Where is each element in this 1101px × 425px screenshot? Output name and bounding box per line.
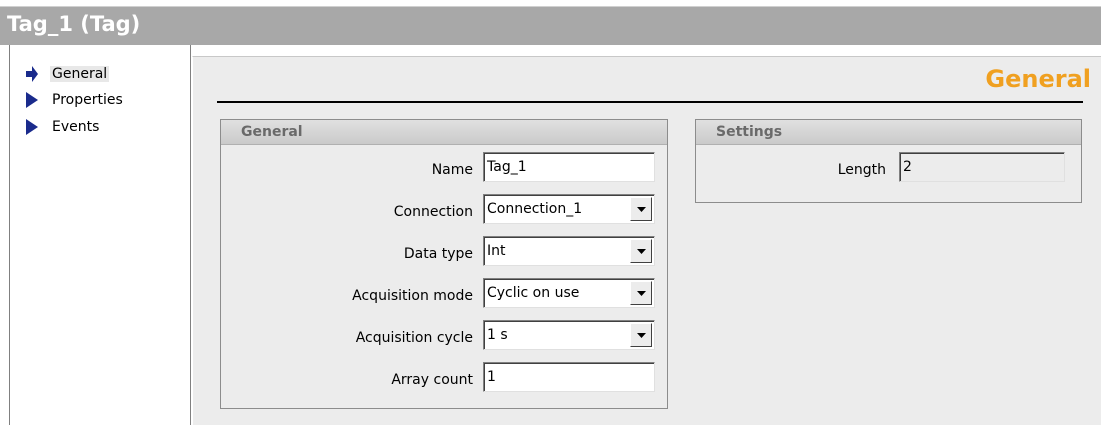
- title-divider: [217, 101, 1083, 103]
- data-type-dropdown[interactable]: Int: [483, 236, 655, 266]
- triangle-right-icon: [26, 119, 38, 135]
- chevron-down-icon: [636, 206, 646, 212]
- acquisition-mode-value: Cyclic on use: [487, 285, 580, 301]
- group-header: Settings: [696, 120, 1081, 145]
- group-header: General: [221, 120, 667, 145]
- name-label: Name: [431, 162, 473, 178]
- acquisition-mode-label: Acquisition mode: [352, 288, 473, 304]
- window-title: Tag_1 (Tag): [7, 12, 141, 36]
- title-bar: Tag_1 (Tag): [0, 6, 1101, 45]
- nav-item-label: Properties: [52, 92, 123, 108]
- chevron-down-icon: [636, 332, 646, 338]
- acquisition-cycle-value: 1 s: [487, 327, 508, 343]
- general-group: General Name Tag_1 Connection Connection…: [220, 119, 668, 409]
- dropdown-button[interactable]: [630, 323, 652, 347]
- data-type-value: Int: [487, 243, 506, 259]
- length-label: Length: [837, 162, 886, 178]
- triangle-right-icon: [26, 92, 38, 108]
- nav-panel: General Properties Events: [10, 45, 190, 425]
- name-field[interactable]: Tag_1: [483, 152, 655, 182]
- nav-item-properties[interactable]: Properties: [26, 89, 123, 111]
- data-type-label: Data type: [403, 246, 473, 262]
- nav-item-label: General: [50, 66, 110, 82]
- chevron-down-icon: [636, 248, 646, 254]
- connection-dropdown[interactable]: Connection_1: [483, 194, 655, 224]
- arrow-right-icon: [26, 66, 38, 82]
- nav-item-events[interactable]: Events: [26, 116, 99, 138]
- length-field[interactable]: 2: [899, 152, 1065, 182]
- nav-item-general[interactable]: General: [26, 63, 110, 85]
- connection-value: Connection_1: [487, 201, 583, 217]
- connection-label: Connection: [393, 204, 473, 220]
- acquisition-cycle-label: Acquisition cycle: [355, 330, 473, 346]
- dropdown-button[interactable]: [630, 239, 652, 263]
- nav-divider: [190, 45, 191, 425]
- acquisition-cycle-dropdown[interactable]: 1 s: [483, 320, 655, 350]
- main-panel: General General Name Tag_1 Connection Co…: [192, 56, 1101, 425]
- nav-item-label: Events: [52, 119, 100, 135]
- array-count-field[interactable]: 1: [483, 362, 655, 392]
- acquisition-mode-dropdown[interactable]: Cyclic on use: [483, 278, 655, 308]
- array-count-label: Array count: [391, 372, 473, 388]
- chevron-down-icon: [636, 290, 646, 296]
- page-title: General: [985, 65, 1091, 93]
- settings-group: Settings Length 2: [695, 119, 1082, 203]
- dropdown-button[interactable]: [630, 197, 652, 221]
- dropdown-button[interactable]: [630, 281, 652, 305]
